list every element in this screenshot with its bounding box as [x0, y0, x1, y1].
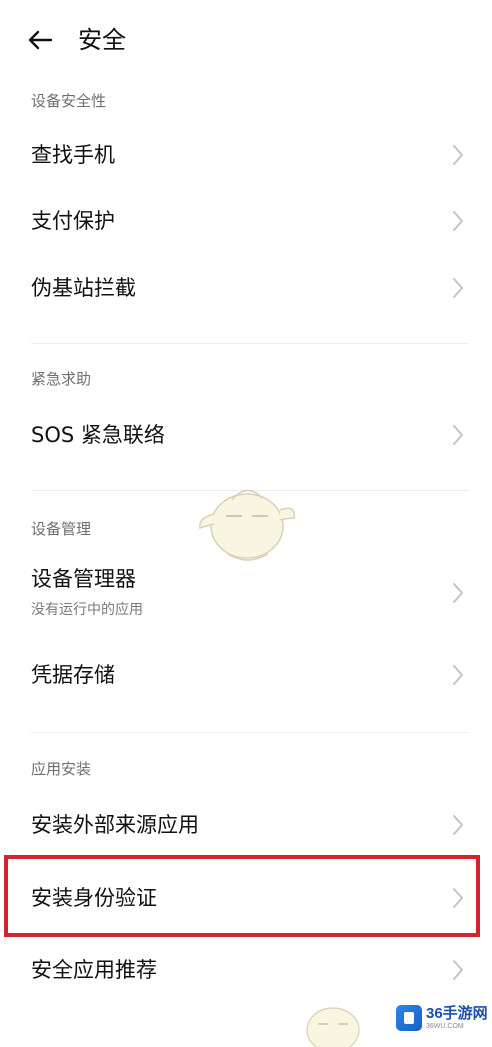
- row-title: 伪基站拦截: [31, 276, 136, 300]
- mascot-watermark-icon: [199, 489, 295, 561]
- chevron-right-icon: [453, 888, 463, 908]
- row-title: 凭据存储: [31, 663, 115, 687]
- chevron-right-icon: [453, 815, 463, 835]
- chevron-right-icon: [453, 960, 463, 980]
- row-credential-storage[interactable]: 凭据存储: [0, 640, 492, 710]
- chevron-right-icon: [453, 278, 463, 298]
- row-sos-emergency-contact[interactable]: SOS 紧急联络: [0, 402, 492, 468]
- row-security-app-recommendation[interactable]: 安全应用推荐: [0, 938, 492, 1004]
- row-subtitle: 没有运行中的应用: [31, 602, 143, 618]
- logo-cube-icon: [396, 1005, 422, 1031]
- row-title: 设备管理器: [31, 567, 136, 591]
- chevron-right-icon: [453, 665, 463, 685]
- arrow-left-icon: [28, 30, 53, 50]
- section-header-app-install: 应用安装: [31, 760, 92, 778]
- row-find-phone[interactable]: 查找手机: [0, 122, 492, 188]
- row-title: 安装外部来源应用: [31, 813, 199, 837]
- back-button[interactable]: [20, 22, 60, 58]
- section-header-device-security: 设备安全性: [31, 92, 107, 110]
- logo-domain: 36WU.COM: [426, 1022, 464, 1030]
- chevron-right-icon: [453, 145, 463, 165]
- row-payment-protection[interactable]: 支付保护: [0, 188, 492, 254]
- chevron-right-icon: [453, 211, 463, 231]
- site-logo: 36手游网 36WU.COM: [396, 1000, 492, 1036]
- mascot-watermark-small-icon: [306, 1007, 360, 1047]
- section-divider: [31, 732, 469, 733]
- page-title: 安全: [78, 26, 126, 54]
- section-header-emergency: 紧急求助: [31, 370, 92, 388]
- chevron-right-icon: [453, 583, 463, 603]
- row-title: 查找手机: [31, 143, 115, 167]
- app-header: 安全: [0, 0, 492, 80]
- chevron-right-icon: [453, 425, 463, 445]
- row-fake-base-station-block[interactable]: 伪基站拦截: [0, 254, 492, 322]
- section-header-device-management: 设备管理: [31, 520, 92, 538]
- row-title: 安装身份验证: [31, 886, 157, 910]
- row-title: 安全应用推荐: [31, 958, 157, 982]
- section-divider: [31, 343, 469, 344]
- logo-name: 36手游网: [426, 1004, 488, 1022]
- row-title: 支付保护: [31, 209, 115, 233]
- row-title: SOS 紧急联络: [31, 423, 165, 447]
- row-install-unknown-sources[interactable]: 安装外部来源应用: [0, 792, 492, 858]
- row-install-identity-verification[interactable]: 安装身份验证: [0, 862, 492, 934]
